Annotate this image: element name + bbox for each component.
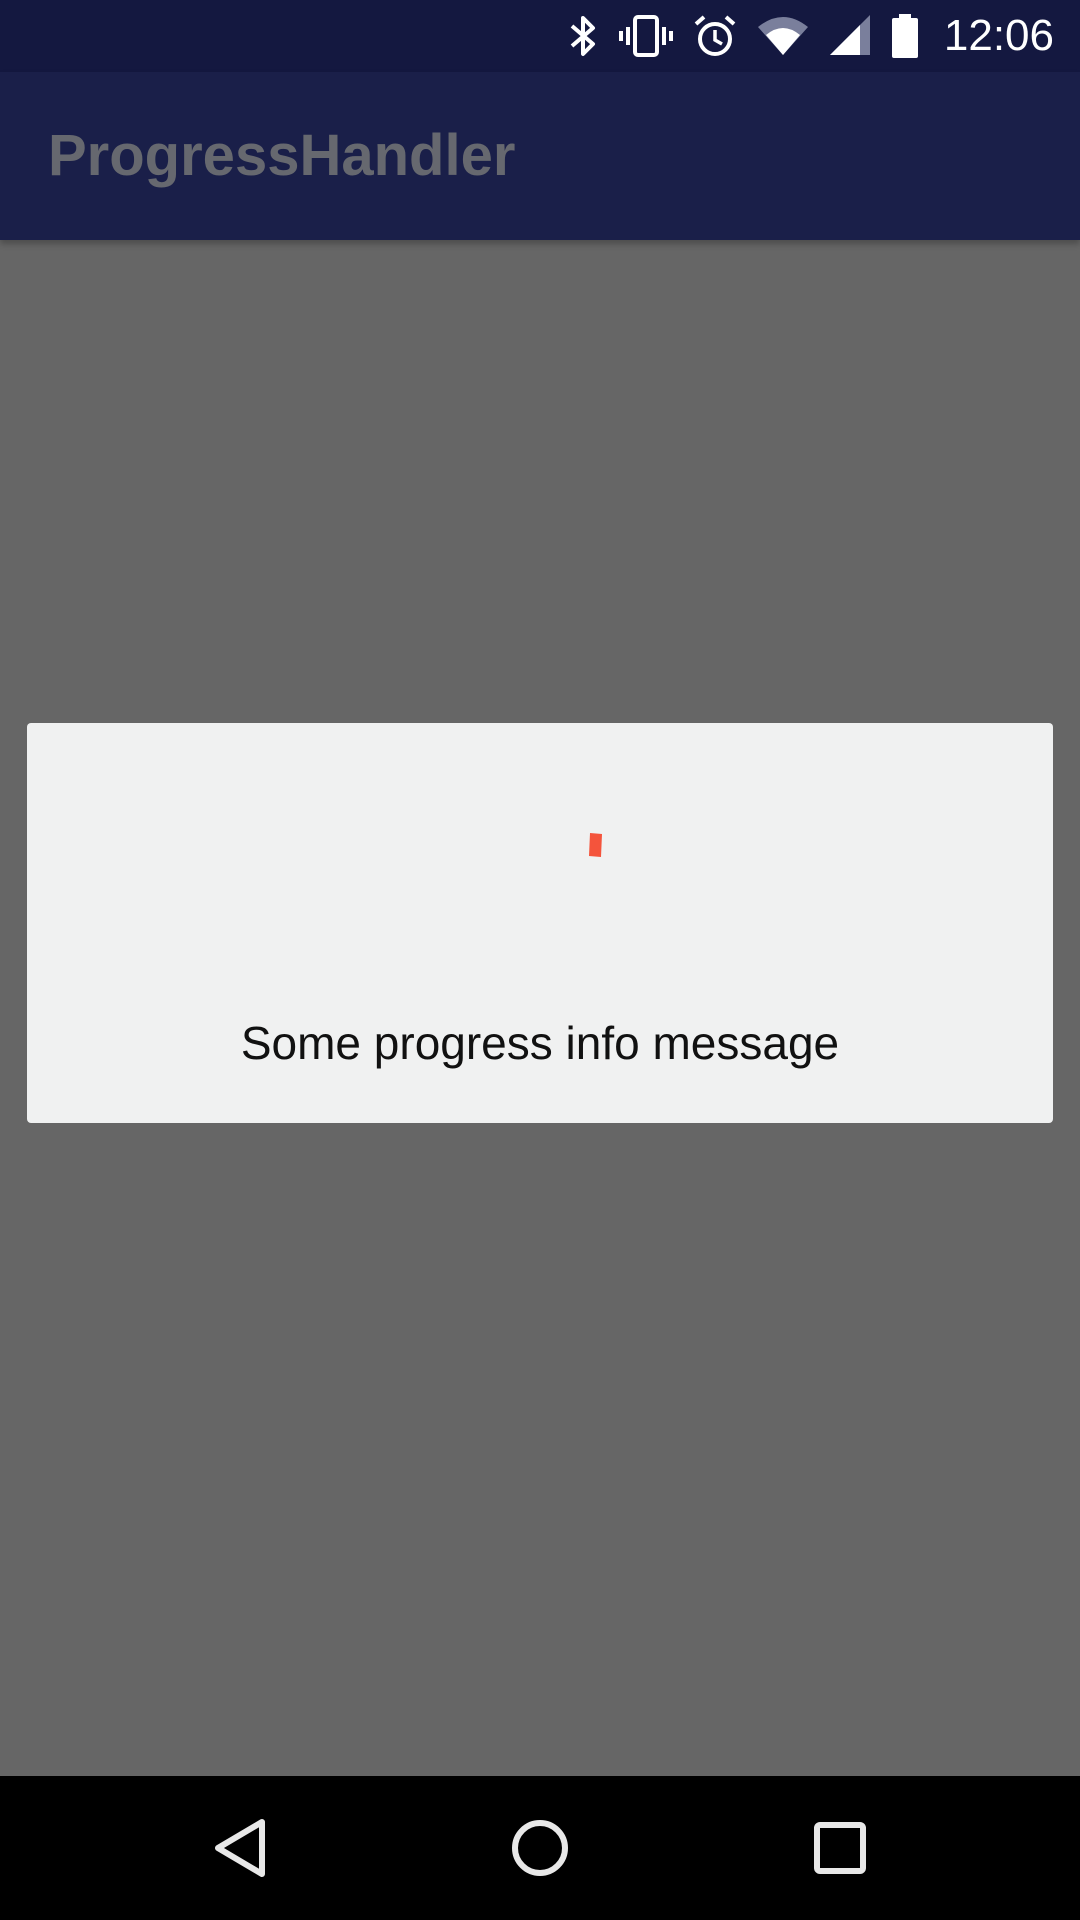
progress-message: Some progress info message bbox=[240, 1017, 840, 1069]
recents-icon bbox=[814, 1822, 866, 1874]
battery-icon bbox=[890, 0, 920, 72]
home-button[interactable] bbox=[460, 1776, 620, 1920]
app-title: ProgressHandler bbox=[48, 123, 516, 188]
recents-button[interactable] bbox=[760, 1776, 920, 1920]
status-time: 12:06 bbox=[943, 11, 1054, 60]
vibrate-icon bbox=[618, 0, 674, 72]
status-bar: 12:06 bbox=[0, 0, 1080, 72]
screen: 12:06 ProgressHandler Some progress info… bbox=[0, 0, 1080, 1920]
app-bar: ProgressHandler bbox=[0, 72, 1080, 240]
alarm-icon bbox=[692, 0, 738, 72]
wifi-icon bbox=[756, 0, 810, 72]
navigation-bar bbox=[0, 1776, 1080, 1920]
progress-spinner-icon bbox=[589, 833, 602, 857]
bluetooth-icon bbox=[566, 0, 600, 72]
cell-signal-icon bbox=[828, 0, 872, 72]
home-icon bbox=[512, 1820, 568, 1876]
back-button[interactable] bbox=[160, 1776, 320, 1920]
back-icon bbox=[215, 1819, 265, 1877]
